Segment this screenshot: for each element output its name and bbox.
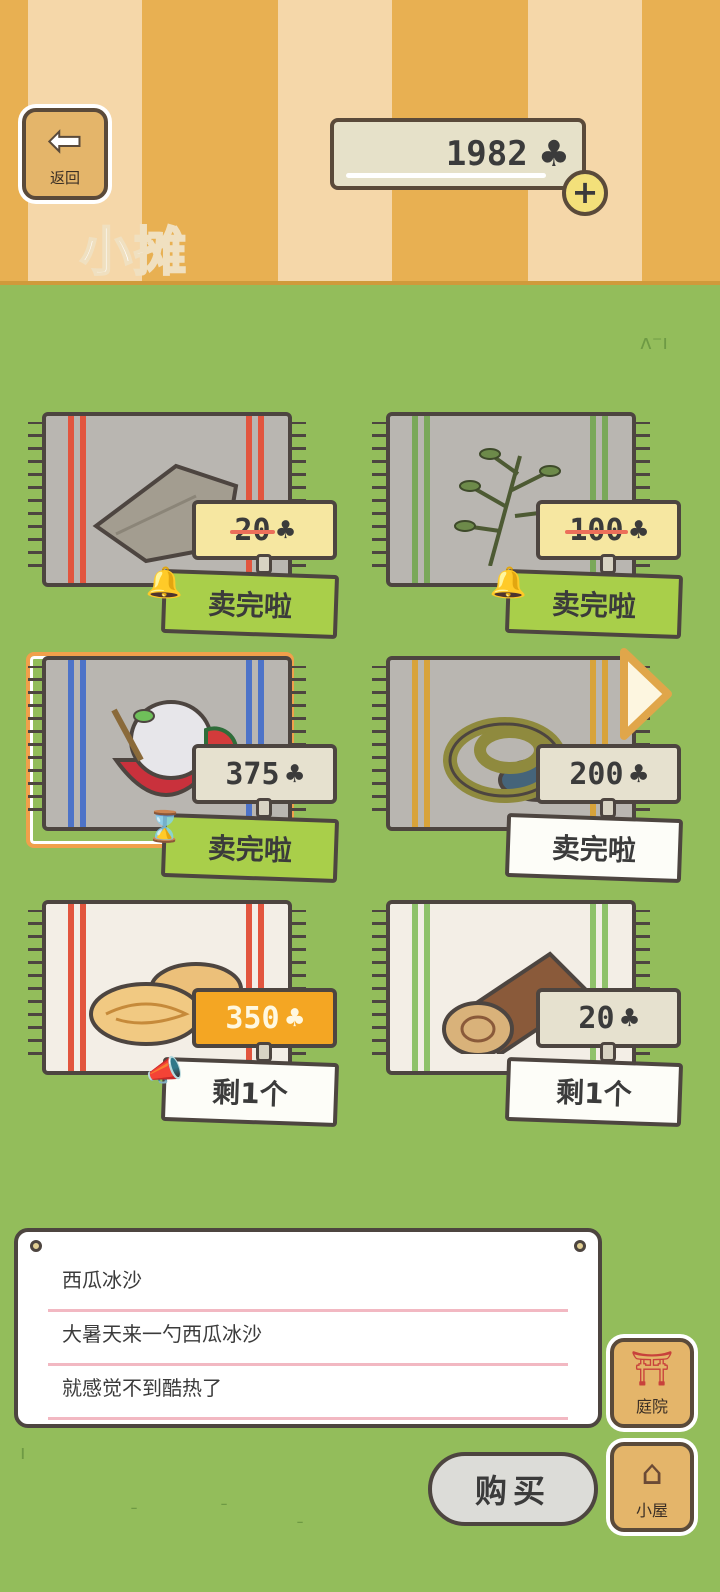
- price-tag: 100 ♣: [536, 500, 681, 560]
- tag-clip: [256, 554, 272, 574]
- status-tag: ⌛ 卖完啦: [145, 809, 340, 884]
- shop-slot-watermelon-ice[interactable]: 375 ♣ ⌛ 卖完啦: [28, 656, 342, 886]
- megaphone-icon: 📣: [145, 1052, 184, 1090]
- price-tag: 375 ♣: [192, 744, 337, 804]
- yard-label: 庭院: [635, 1397, 668, 1416]
- tag-clip: [600, 798, 616, 818]
- yard-button[interactable]: ⛩ 庭院: [610, 1338, 694, 1428]
- house-button[interactable]: ⌂ 小屋: [610, 1442, 694, 1532]
- clover-icon: ♣: [285, 1000, 304, 1036]
- hourglass-icon: ⌛: [145, 808, 184, 846]
- item-name: 西瓜冰沙: [48, 1258, 568, 1312]
- tag-clip: [600, 1042, 616, 1062]
- arrow-left-icon: ⬅: [47, 117, 82, 164]
- status-tag: 🔔 卖完啦: [489, 565, 684, 640]
- status-label: 剩1个: [211, 1075, 289, 1112]
- clover-icon: ♣: [285, 756, 304, 792]
- grass-tuft: ᐨ: [130, 1500, 138, 1524]
- tag-clip: [256, 1042, 272, 1062]
- coin-counter: 1982 ♣: [330, 118, 586, 190]
- clover-icon: ♣: [620, 1000, 639, 1036]
- clover-icon: ♣: [276, 512, 295, 548]
- status-label: 卖完啦: [551, 587, 637, 624]
- price-value: 20: [230, 512, 275, 548]
- price-value: 350: [225, 1000, 280, 1036]
- price-tag: 200 ♣: [536, 744, 681, 804]
- clover-icon: ♣: [629, 512, 648, 548]
- price-value: 100: [565, 512, 628, 548]
- next-page-arrow-icon[interactable]: [618, 648, 674, 740]
- pin-icon: [574, 1240, 586, 1252]
- back-button[interactable]: ⬅ 返回: [22, 108, 108, 200]
- item-description-panel: 西瓜冰沙 大暑天来一勺西瓜冰沙 就感觉不到酷热了: [14, 1228, 602, 1428]
- shop-slot-pastry[interactable]: 350 ♣ 📣 剩1个: [28, 900, 342, 1130]
- coin-amount: 1982: [445, 134, 528, 174]
- grass-tuft: ᐨ: [296, 1514, 304, 1538]
- clover-icon: ♣: [537, 133, 570, 175]
- yard-icon: ⛩: [630, 1349, 674, 1389]
- item-description-line: 就感觉不到酷热了: [48, 1366, 568, 1420]
- price-tag: 350 ♣: [192, 988, 337, 1048]
- grass-tuft: ʌ⁻ı: [640, 330, 668, 354]
- price-tag: 20 ♣: [192, 500, 337, 560]
- status-label: 卖完啦: [551, 831, 637, 868]
- tag-clip: [256, 798, 272, 818]
- bell-icon: 🔔: [145, 564, 184, 602]
- tag-clip: [600, 554, 616, 574]
- back-label: 返回: [49, 168, 80, 187]
- shop-slot-herb[interactable]: 100 ♣ 🔔 卖完啦: [372, 412, 686, 642]
- status-label: 卖完啦: [207, 587, 293, 624]
- price-value: 200: [569, 756, 624, 792]
- grass-tuft: ı: [20, 1440, 26, 1464]
- bell-icon: 🔔: [489, 564, 528, 602]
- item-description-line: 大暑天来一勺西瓜冰沙: [48, 1312, 568, 1366]
- shop-slot-furoshiki[interactable]: 20 ♣ 🔔 卖完啦: [28, 412, 342, 642]
- grass-tuft: ᐨ: [220, 1496, 228, 1520]
- status-tag: 剩1个: [504, 1056, 684, 1128]
- status-tag: 🔔 卖完啦: [145, 565, 340, 640]
- coin-counter-highlight: [346, 173, 546, 178]
- house-label: 小屋: [635, 1501, 668, 1520]
- price-value: 375: [225, 756, 280, 792]
- status-label: 卖完啦: [207, 831, 293, 868]
- clover-icon: ♣: [629, 756, 648, 792]
- price-tag: 20 ♣: [536, 988, 681, 1048]
- page-title: 小摊: [79, 222, 189, 284]
- price-value: 20: [578, 1000, 615, 1036]
- status-label: 剩1个: [555, 1075, 633, 1112]
- shop-slot-log[interactable]: 20 ♣ 剩1个: [372, 900, 686, 1130]
- house-icon: ⌂: [641, 1453, 663, 1493]
- pin-icon: [30, 1240, 42, 1252]
- buy-button[interactable]: 购买: [428, 1452, 598, 1526]
- status-tag: 📣 剩1个: [145, 1053, 340, 1128]
- status-tag: 卖完啦: [504, 812, 684, 884]
- add-coins-button[interactable]: +: [562, 170, 608, 216]
